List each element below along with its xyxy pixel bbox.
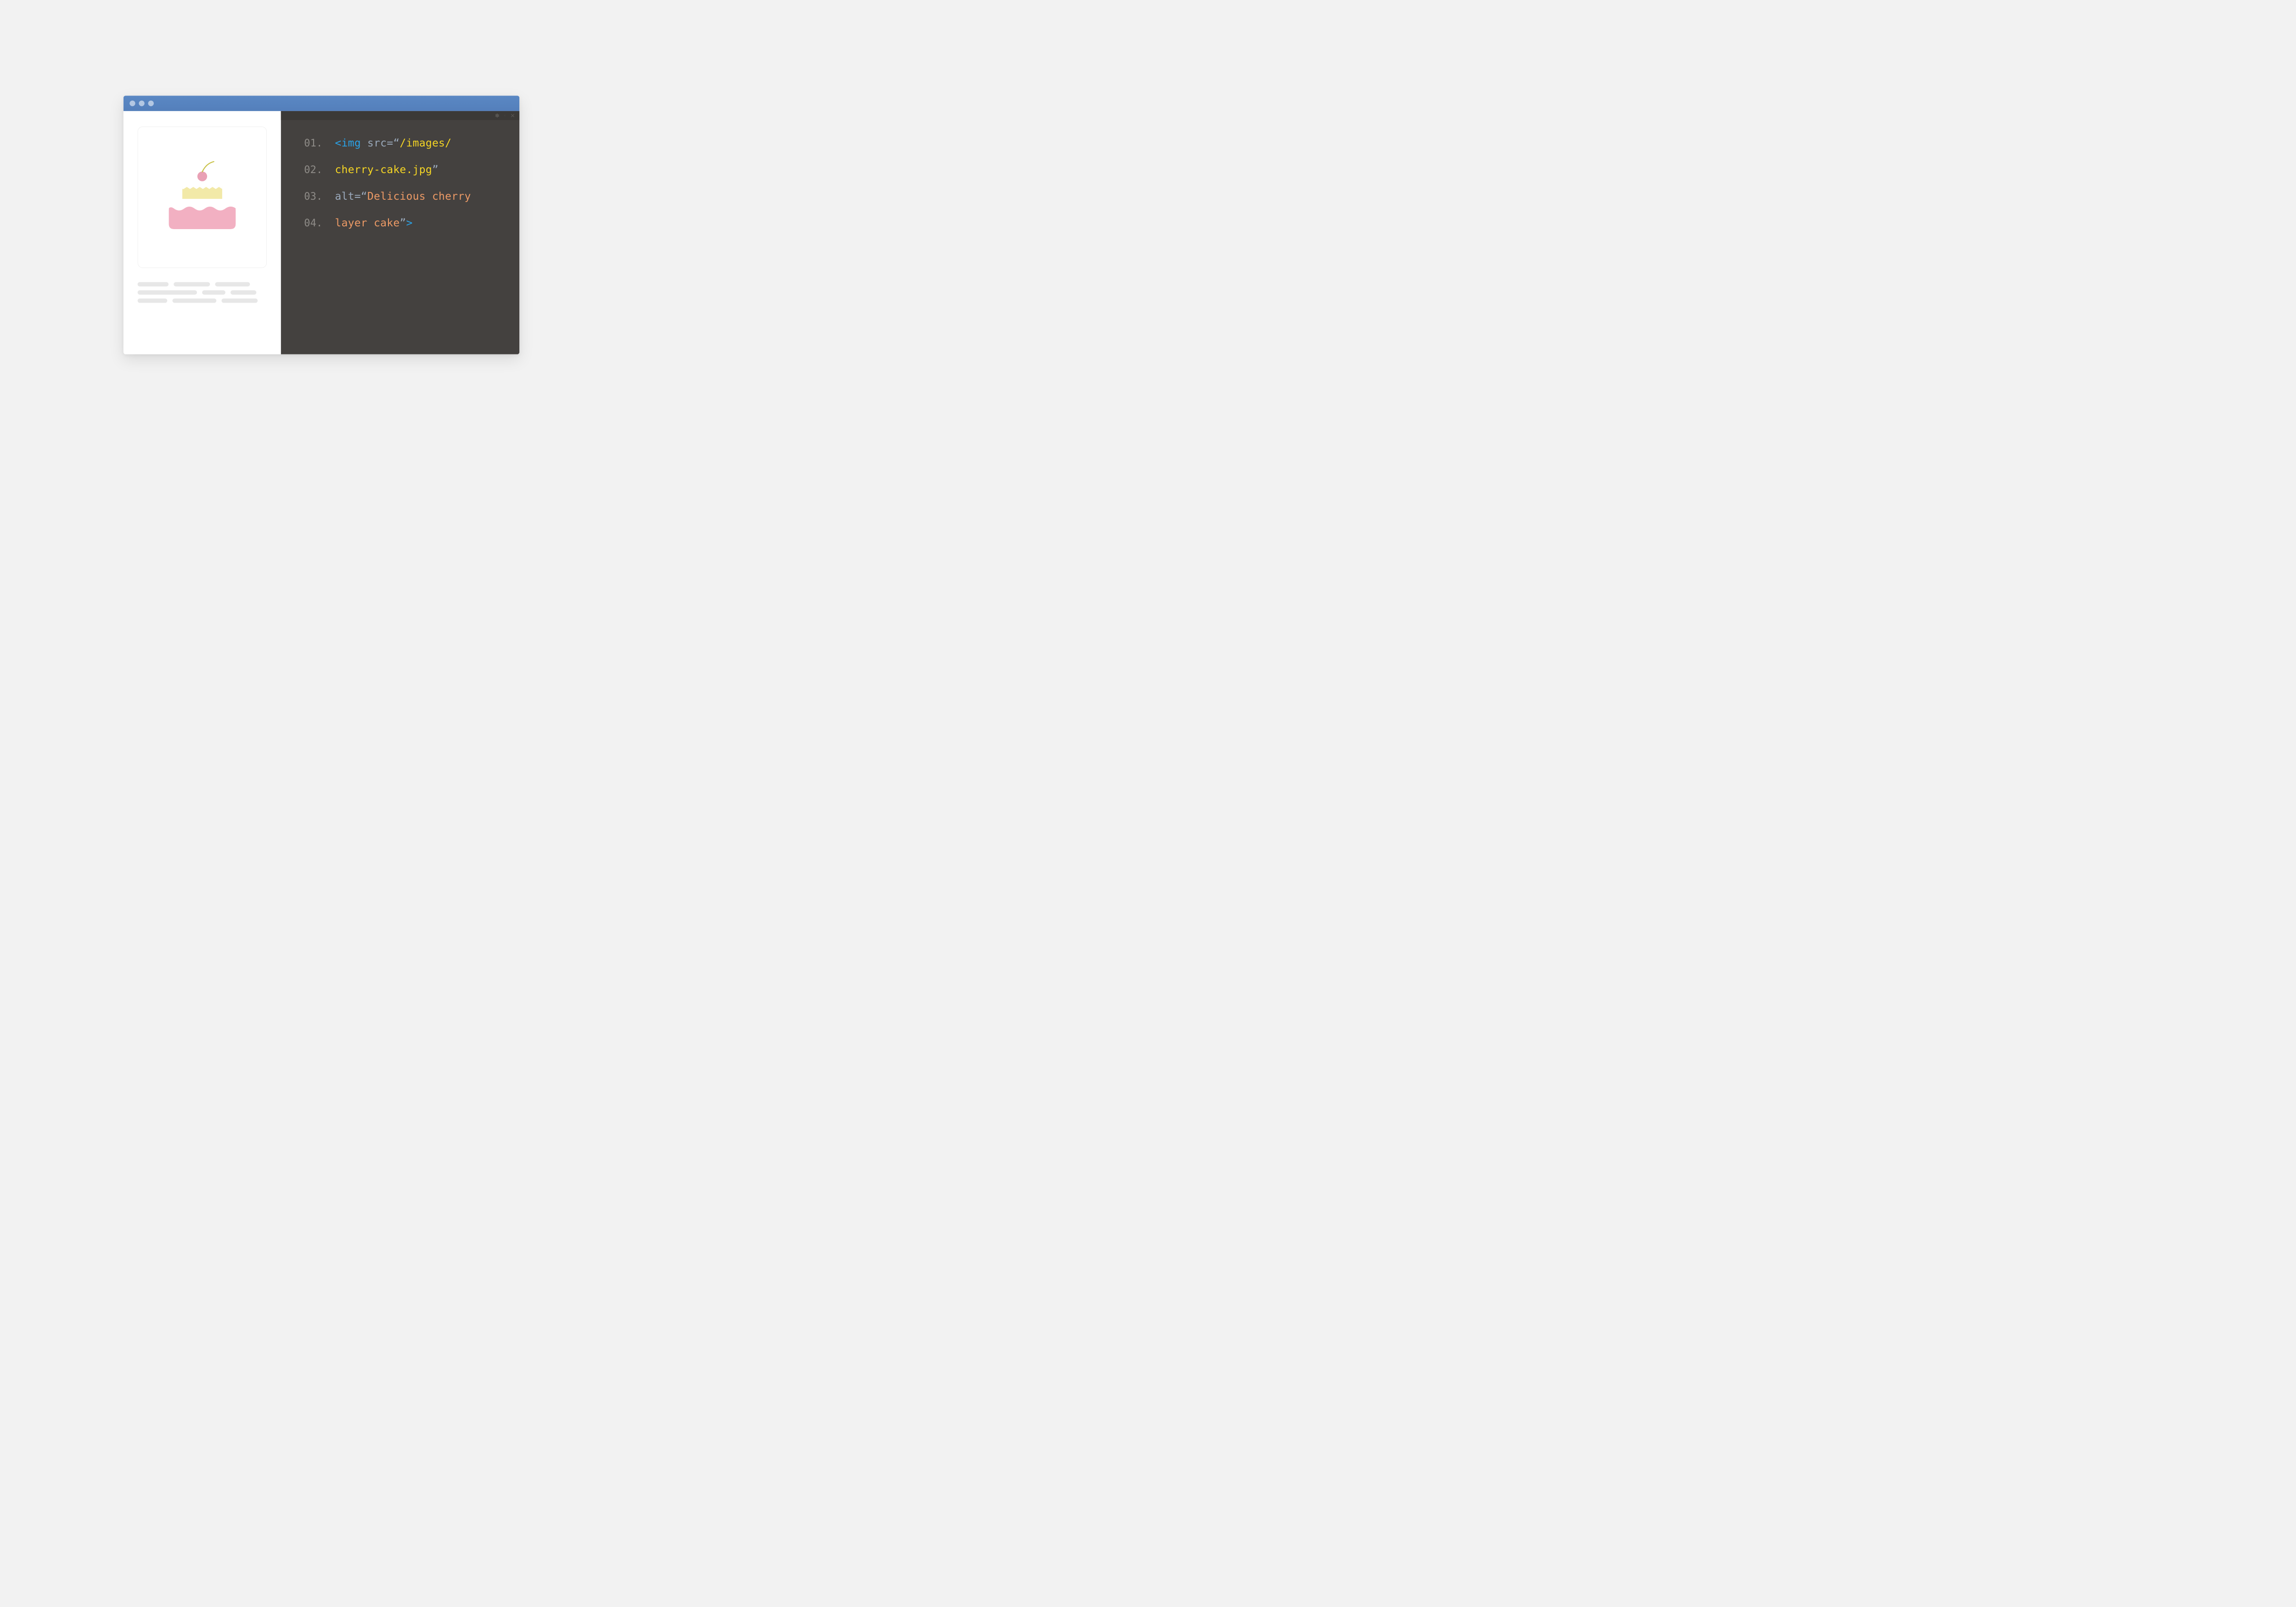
placeholder-line [138,282,169,287]
placeholder-line [202,290,225,295]
code-token: alt=“ [335,190,367,202]
code-lines[interactable]: 01.<img src=“/images/02.cherry-cake.jpg”… [304,137,504,229]
placeholder-line [221,298,258,303]
placeholder-line [174,282,210,287]
placeholder-line [173,298,217,303]
code-token: /images/ [400,137,451,149]
code-token: ” [400,217,406,229]
code-line[interactable]: 04. layer cake”> [304,217,504,229]
code-line[interactable]: 03. alt=“Delicious cherry [304,190,504,202]
code-content[interactable]: layer cake”> [335,217,412,229]
code-token: Delicious cherry [367,190,471,202]
code-content[interactable]: <img src=“/images/ [335,137,451,149]
code-editor-pane: 01.<img src=“/images/02.cherry-cake.jpg”… [281,111,519,354]
code-content[interactable]: alt=“Delicious cherry [335,190,471,202]
traffic-light-minimize[interactable] [139,101,144,106]
window-body: 01.<img src=“/images/02.cherry-cake.jpg”… [124,111,519,354]
code-token: cherry-cake.jpg [335,163,432,176]
line-number: 03. [304,191,321,202]
app-window: 01.<img src=“/images/02.cherry-cake.jpg”… [124,96,519,354]
traffic-light-close[interactable] [129,101,135,106]
code-line[interactable]: 01. <img src=“/images/ [304,137,504,149]
placeholder-line [231,290,256,295]
line-number: 01. [304,137,321,149]
line-number: 04. [304,217,321,229]
image-thumbnail-frame [138,127,267,268]
code-token: > [406,217,413,229]
code-token: img [342,137,361,149]
placeholder-line [138,290,197,295]
cake-icon [158,157,246,237]
line-number: 02. [304,164,321,175]
preview-pane [124,111,281,354]
code-token: src=“ [367,137,400,149]
code-token [361,137,367,149]
window-titlebar[interactable] [124,96,519,111]
code-token: layer cake [335,217,400,229]
text-placeholder-lines [138,282,267,303]
placeholder-line [138,298,168,303]
code-pane-controls [281,111,519,120]
gear-icon[interactable] [495,113,500,118]
code-line[interactable]: 02. cherry-cake.jpg” [304,163,504,176]
code-token: ” [432,163,439,176]
divider-icon [503,113,507,118]
close-icon[interactable] [511,113,515,118]
placeholder-line [215,282,250,287]
code-content[interactable]: cherry-cake.jpg” [335,163,439,176]
traffic-light-zoom[interactable] [148,101,154,106]
code-token: < [335,137,341,149]
